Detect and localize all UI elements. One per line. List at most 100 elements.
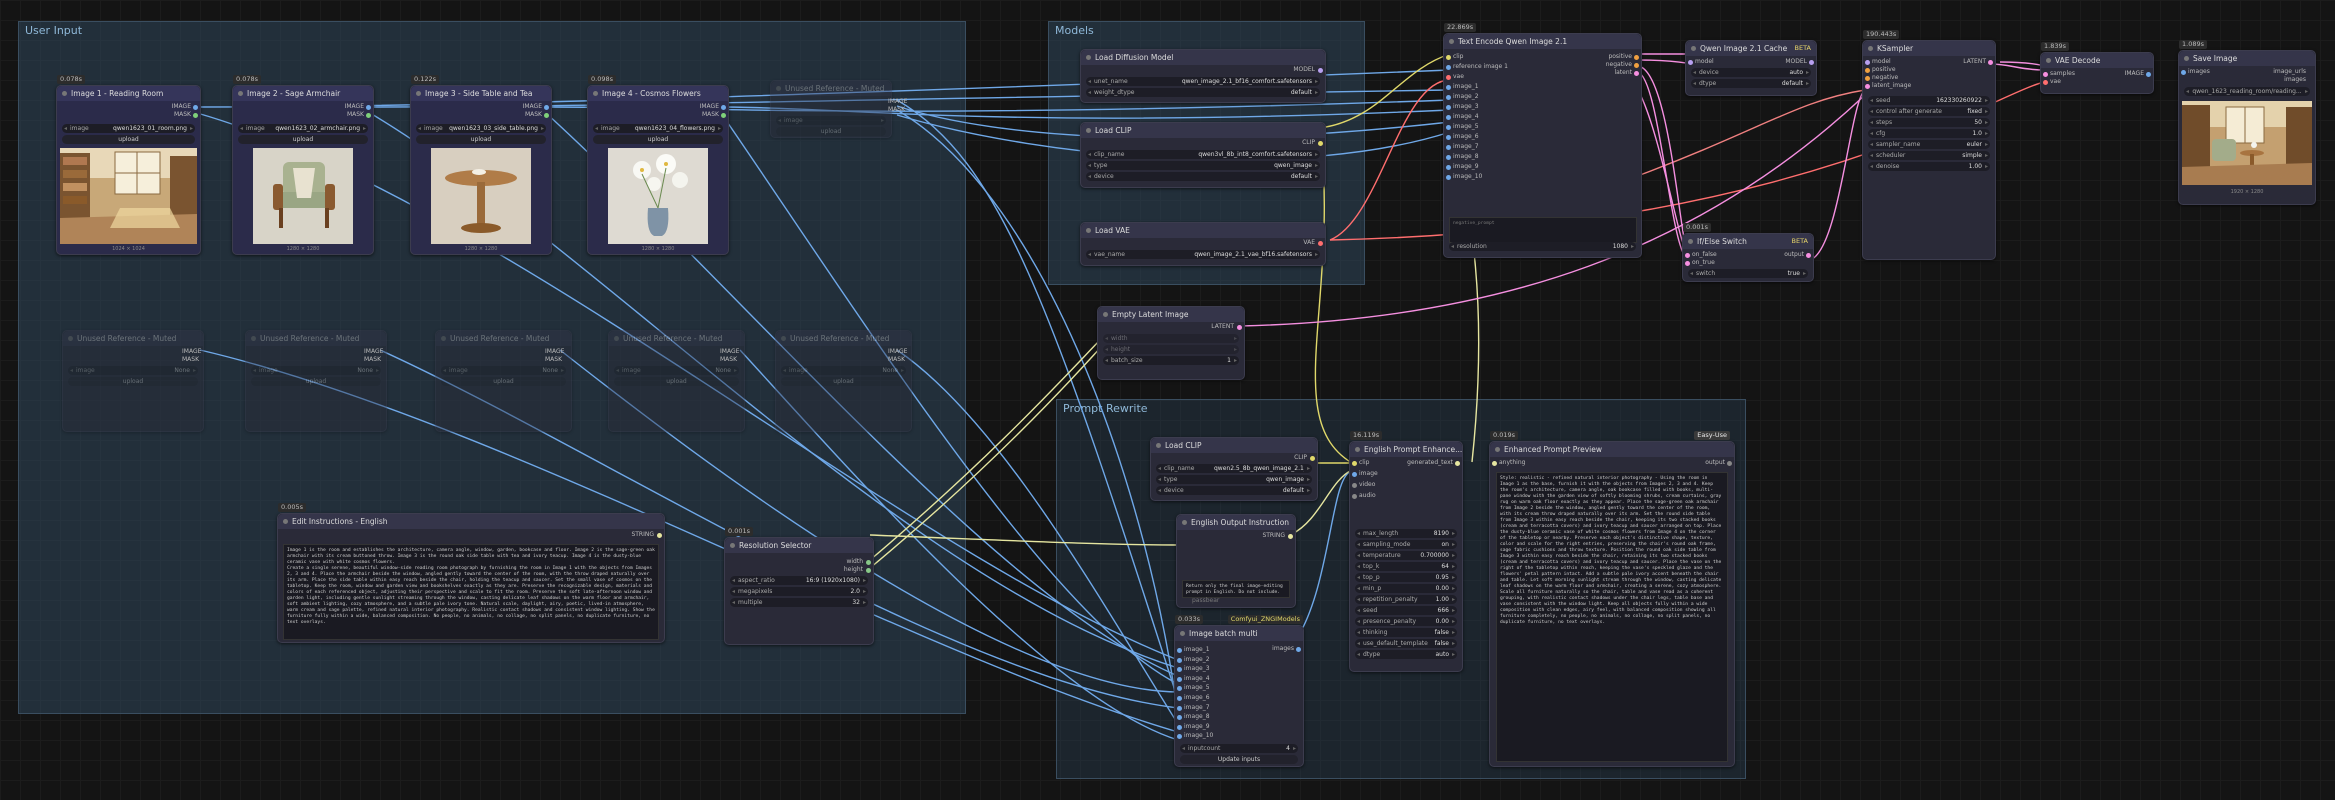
input-image-10-dot[interactable]: [1177, 734, 1182, 740]
upload-button[interactable]: upload: [776, 127, 886, 136]
top-k-input[interactable]: top_k64: [1355, 562, 1457, 571]
node-title[interactable]: Load CLIP: [1081, 123, 1325, 138]
seed-input[interactable]: seed162330260922: [1868, 96, 1990, 105]
node-title[interactable]: Resolution Selector: [725, 538, 873, 553]
input-image-10-dot[interactable]: [1446, 175, 1451, 180]
english-prompt-enhance-node[interactable]: 16.119s English Prompt Enhance... clip i…: [1349, 431, 1463, 672]
output-clip-dot[interactable]: [1310, 456, 1315, 461]
input-negative-dot[interactable]: [1865, 76, 1870, 81]
node-title[interactable]: Unused Reference - Muted: [436, 331, 571, 346]
output-model-dot[interactable]: [1318, 68, 1323, 73]
muted-reference-node[interactable]: Unused Reference - Muted imageNone uploa…: [608, 330, 745, 432]
clip-device-select[interactable]: devicedefault: [1156, 486, 1312, 495]
image-select[interactable]: imageNone: [441, 366, 566, 375]
sampler-name-select[interactable]: sampler_nameeuler: [1868, 140, 1990, 149]
upload-button[interactable]: upload: [238, 135, 368, 144]
input-vae-dot[interactable]: [1446, 75, 1451, 80]
muted-reference-node[interactable]: Unused Reference - Muted imageNone uploa…: [435, 330, 572, 432]
denoise-input[interactable]: denoise1.00: [1868, 162, 1990, 171]
upload-button[interactable]: upload: [781, 377, 906, 386]
enhanced-prompt-preview-node[interactable]: 0.019s Easy-Use Enhanced Prompt Preview …: [1489, 431, 1735, 767]
clip-device-select[interactable]: devicedefault: [1086, 172, 1320, 181]
upload-button[interactable]: upload: [62, 135, 195, 144]
node-title[interactable]: English Prompt Enhance...: [1350, 442, 1462, 457]
output-mask-dot[interactable]: [721, 113, 726, 118]
output-image-dot[interactable]: [721, 105, 726, 110]
upload-button[interactable]: upload: [441, 377, 566, 386]
node-title[interactable]: Qwen Image 2.1 Cache BETA: [1686, 41, 1816, 56]
device-select[interactable]: deviceauto: [1691, 68, 1811, 77]
load-clip-node[interactable]: Load CLIP CLIP clip_nameqwen3vl_8b_int8_…: [1080, 122, 1326, 188]
input-image-2-dot[interactable]: [1177, 657, 1182, 663]
node-title[interactable]: Load VAE: [1081, 223, 1325, 238]
load-image-node-1[interactable]: 0.078s Image 1 - Reading Room IMAGE MASK…: [56, 75, 201, 255]
node-title[interactable]: KSampler: [1863, 41, 1995, 56]
min-p-input[interactable]: min_p0.00: [1355, 584, 1457, 593]
input-image-9-dot[interactable]: [1177, 724, 1182, 730]
input-model-dot[interactable]: [1865, 60, 1870, 65]
input-audio-dot[interactable]: [1352, 494, 1357, 499]
upload-button[interactable]: upload: [251, 377, 381, 386]
output-image-dot[interactable]: [544, 105, 549, 110]
load-image-node-3[interactable]: 0.122s Image 3 - Side Table and Tea IMAG…: [410, 75, 552, 255]
width-input[interactable]: width: [1103, 334, 1239, 343]
use-default-template-input[interactable]: use_default_templatefalse: [1355, 639, 1457, 648]
node-title[interactable]: Image 4 - Cosmos Flowers: [588, 86, 728, 101]
output-model-dot[interactable]: [1809, 60, 1814, 65]
clip-name-select[interactable]: clip_nameqwen3vl_8b_int8_comfort.safeten…: [1086, 150, 1320, 159]
node-title[interactable]: Unused Reference - Muted: [776, 331, 911, 346]
update-inputs-button[interactable]: Update inputs: [1180, 755, 1298, 764]
image-select[interactable]: image: [776, 116, 886, 125]
output-dot[interactable]: [1806, 253, 1811, 258]
input-on-false-dot[interactable]: [1685, 253, 1690, 258]
node-title[interactable]: Load Diffusion Model: [1081, 50, 1325, 65]
switch-toggle[interactable]: switchtrue: [1688, 269, 1808, 278]
input-image-3-dot[interactable]: [1446, 105, 1451, 110]
input-image-4-dot[interactable]: [1177, 676, 1182, 682]
filename-prefix-input[interactable]: qwen_1623_reading_room/reading...: [2184, 87, 2310, 96]
output-string-dot[interactable]: [657, 533, 662, 538]
vae-decode-node[interactable]: 1.839s VAE Decode samples vae IMAGE: [2040, 42, 2154, 94]
input-image-1-dot[interactable]: [1446, 85, 1451, 90]
seed-input[interactable]: seed666: [1355, 606, 1457, 615]
node-title[interactable]: Unused Reference - Muted: [63, 331, 203, 346]
image-select[interactable]: imageNone: [68, 366, 198, 375]
instructions-textarea[interactable]: Image 1 is the room and establishes the …: [283, 544, 659, 640]
input-image-5-dot[interactable]: [1446, 125, 1451, 130]
upload-button[interactable]: upload: [614, 377, 739, 386]
english-output-instruction-node[interactable]: English Output Instruction STRING Return…: [1176, 514, 1296, 608]
node-title[interactable]: Empty Latent Image: [1098, 307, 1244, 322]
input-image-6-dot[interactable]: [1446, 135, 1451, 140]
input-positive-dot[interactable]: [1865, 68, 1870, 73]
output-clip-dot[interactable]: [1318, 141, 1323, 146]
node-title[interactable]: Edit Instructions - English: [278, 514, 664, 529]
image-batch-multi-node[interactable]: 0.033s Comfyui_ZNGIModels Image batch mu…: [1174, 615, 1304, 767]
load-diffusion-model-node[interactable]: Load Diffusion Model MODEL unet_nameqwen…: [1080, 49, 1326, 103]
image-select[interactable]: imageqwen1623_03_side_table.png: [416, 124, 546, 133]
inputcount-input[interactable]: inputcount4: [1180, 744, 1298, 753]
node-title[interactable]: Load CLIP: [1151, 438, 1317, 453]
input-anything-dot[interactable]: [1492, 461, 1497, 466]
temperature-input[interactable]: temperature0.700000: [1355, 551, 1457, 560]
presence-penalty-input[interactable]: presence_penalty0.00: [1355, 617, 1457, 626]
aspect-ratio-select[interactable]: aspect_ratio16:9 (1920x1080): [730, 576, 868, 585]
output-image-dot[interactable]: [2146, 72, 2151, 77]
node-title[interactable]: Unused Reference - Muted: [771, 81, 891, 96]
input-image-7-dot[interactable]: [1446, 145, 1451, 150]
thinking-input[interactable]: thinkingfalse: [1355, 628, 1457, 637]
qwen-cache-node[interactable]: Qwen Image 2.1 CacheBETA model MODEL dev…: [1685, 40, 1817, 96]
negative-prompt-textarea[interactable]: negative_prompt: [1449, 217, 1637, 243]
upload-button[interactable]: upload: [416, 135, 546, 144]
node-title[interactable]: Image 2 - Sage Armchair: [233, 86, 373, 101]
input-latent-dot[interactable]: [1865, 84, 1870, 89]
output-latent-dot[interactable]: [1988, 60, 1993, 65]
ksampler-node[interactable]: 190.443s KSampler model positive negativ…: [1862, 30, 1996, 260]
input-image-dot[interactable]: [1352, 472, 1357, 477]
muted-reference-node[interactable]: Unused Reference - Muted imageNone uploa…: [245, 330, 387, 432]
output-generated-text-dot[interactable]: [1455, 461, 1460, 466]
batch-size-input[interactable]: batch_size1: [1103, 356, 1239, 365]
node-title[interactable]: If/Else Switch BETA: [1683, 234, 1813, 249]
input-model-dot[interactable]: [1688, 60, 1693, 65]
input-reference-image-1-dot[interactable]: [1446, 65, 1451, 70]
upload-button[interactable]: upload: [593, 135, 723, 144]
